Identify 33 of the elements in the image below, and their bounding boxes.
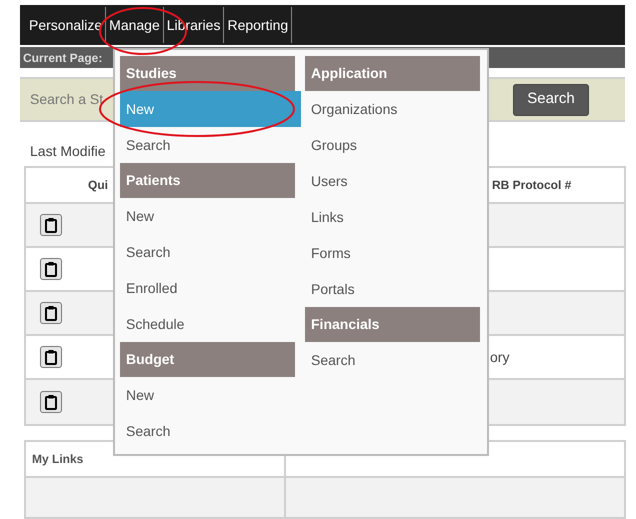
clipboard-icon[interactable]	[40, 258, 62, 280]
menu-item[interactable]: New	[120, 377, 295, 413]
menu-item[interactable]: Schedule	[120, 306, 295, 342]
search-button[interactable]: Search	[513, 84, 589, 116]
clipboard-icon[interactable]	[40, 214, 62, 236]
nav-item[interactable]: Personalize	[26, 7, 106, 43]
menu-item[interactable]: Forms	[305, 235, 480, 271]
menu-item[interactable]: Search	[120, 413, 295, 449]
column-header: RB Protocol #	[492, 177, 572, 194]
clipboard-icon[interactable]	[40, 346, 62, 368]
menu-section-header: Patients	[120, 163, 295, 198]
menu-section-header: Studies	[120, 56, 295, 91]
menu-item[interactable]: Users	[305, 163, 480, 199]
menu-item[interactable]: Links	[305, 199, 480, 235]
last-modified-label: Last Modifie	[30, 142, 106, 161]
menu-item[interactable]: Enrolled	[120, 270, 295, 306]
clipboard-icon[interactable]	[40, 391, 62, 413]
current-page-label: Current Page:	[23, 50, 102, 66]
menu-section-header: Application	[305, 56, 480, 91]
clipboard-icon[interactable]	[40, 302, 62, 324]
menu-item[interactable]: Search	[120, 127, 295, 163]
my-links-title: My Links	[32, 451, 84, 468]
menu-item[interactable]: Organizations	[305, 91, 480, 127]
menu-section-header: Budget	[120, 342, 295, 377]
menu-item[interactable]: New	[120, 198, 295, 234]
menu-item[interactable]: Search	[305, 342, 480, 378]
nav-item[interactable]: Reporting	[224, 7, 292, 43]
table-cell-text: ory	[490, 348, 510, 367]
menu-section-header: Financials	[305, 307, 480, 342]
menu-item[interactable]: Portals	[305, 271, 480, 307]
column-header: Qui	[88, 177, 108, 194]
menu-item[interactable]: Groups	[305, 127, 480, 163]
menu-item[interactable]: Search	[120, 234, 295, 270]
